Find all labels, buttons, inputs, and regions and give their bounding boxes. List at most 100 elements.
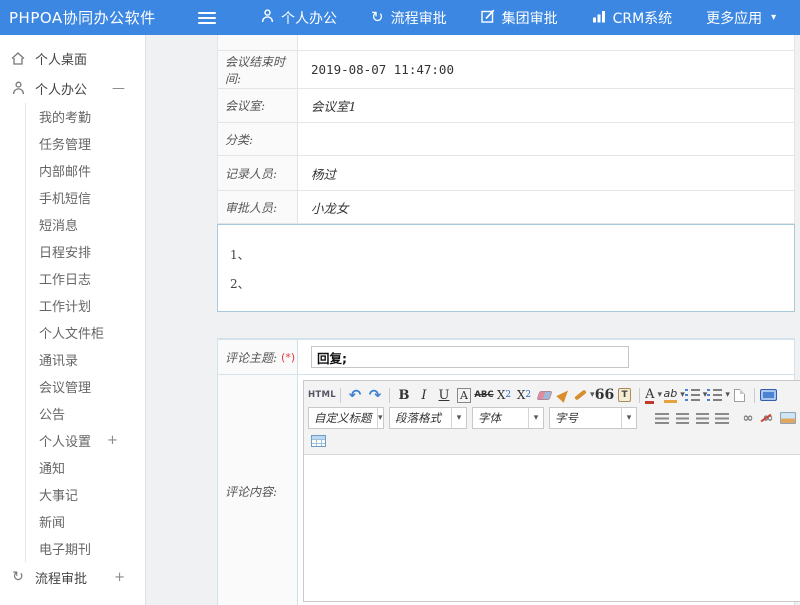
sidebar-item-personal-desktop[interactable]: 个人桌面 — [0, 43, 145, 73]
sidebar-item-label: 通讯录 — [39, 350, 78, 369]
hamburger-menu-icon[interactable] — [198, 12, 216, 24]
sidebar-item-label: 内部邮件 — [39, 161, 91, 180]
process-icon: ↻ — [10, 569, 26, 585]
nav-label: 流程审批 — [391, 8, 447, 28]
align-left-icon[interactable] — [652, 408, 672, 428]
blockquote-button[interactable]: 66 — [595, 385, 615, 405]
sidebar-item-workflow-approval[interactable]: ↻ 流程审批 + — [0, 562, 145, 592]
sidebar-item-label: 电子期刊 — [39, 539, 91, 558]
clear-format-icon[interactable] — [554, 385, 574, 405]
main-content: 会议结束时间: 2019-08-07 11:47:00 会议室: 会议室1 分类… — [146, 35, 800, 605]
comment-content-label: 评论内容: — [218, 375, 298, 605]
nav-label: CRM系统 — [613, 8, 673, 28]
sidebar-item-label: 短消息 — [39, 215, 78, 234]
user-icon — [10, 81, 26, 95]
nav-workflow-approval[interactable]: ↻ 流程审批 — [354, 0, 464, 35]
sidebar-item-meeting-management[interactable]: 会议管理 — [26, 373, 145, 400]
highlight-color-button[interactable]: ab▾ — [664, 385, 685, 405]
sidebar-item-personal-office[interactable]: 个人办公 — — [0, 73, 145, 103]
sidebar-item-label: 公告 — [39, 404, 65, 423]
sidebar-item-sms[interactable]: 手机短信 — [26, 184, 145, 211]
strikethrough-button[interactable]: ABC — [474, 385, 494, 405]
sidebar-item-label: 大事记 — [39, 485, 78, 504]
table-row: 记录人员: 杨过 — [218, 155, 794, 190]
expand-icon[interactable]: + — [114, 570, 125, 585]
format-brush-icon[interactable]: ▾ — [574, 385, 595, 405]
sidebar-item-label: 会议管理 — [39, 377, 91, 396]
superscript-button[interactable]: X2 — [494, 385, 514, 405]
sidebar-item-major-events[interactable]: 大事记 — [26, 481, 145, 508]
field-value: 杨过 — [298, 156, 794, 190]
sidebar-item-label: 手机短信 — [39, 188, 91, 207]
heading-style-dropdown[interactable]: 自定义标题 ▾ — [308, 407, 384, 429]
nav-label: 集团审批 — [502, 8, 558, 28]
sidebar-item-schedule[interactable]: 日程安排 — [26, 238, 145, 265]
sidebar-item-label: 工作计划 — [39, 296, 91, 315]
redo-icon[interactable]: ↷ — [365, 385, 385, 405]
insert-table-icon[interactable] — [308, 431, 328, 451]
align-justify-icon[interactable] — [712, 408, 732, 428]
font-color-button[interactable]: A▾ — [644, 385, 664, 405]
field-value: 2019-08-07 11:47:00 — [298, 51, 794, 88]
topbar: PHPOA协同办公软件 个人办公 ↻ 流程审批 集团审批 CRM系统 更多应用 — [0, 0, 800, 35]
font-size-dropdown[interactable]: 字号 ▾ — [549, 407, 637, 429]
underline-button[interactable]: U — [434, 385, 454, 405]
fullscreen-icon[interactable] — [759, 385, 779, 405]
sidebar-item-announcement[interactable]: 公告 — [26, 400, 145, 427]
remove-link-icon[interactable]: ∞ — [758, 408, 778, 428]
collapse-icon[interactable]: — — [112, 81, 125, 96]
sidebar-item-personal-files[interactable]: 个人文件柜 — [26, 319, 145, 346]
caret-down-icon: ▾ — [377, 408, 384, 428]
caret-down-icon: ▾ — [451, 408, 466, 428]
insert-link-icon[interactable]: ∞ — [738, 408, 758, 428]
sidebar-item-contacts[interactable]: 通讯录 — [26, 346, 145, 373]
align-right-icon[interactable] — [692, 408, 712, 428]
paragraph-format-dropdown[interactable]: 段落格式 ▾ — [389, 407, 467, 429]
sidebar-submenu: 我的考勤 任务管理 内部邮件 手机短信 短消息 日程安排 工作日志 工作计划 个… — [25, 103, 145, 562]
sidebar-item-e-journal[interactable]: 电子期刊 — [26, 535, 145, 562]
app-title: PHPOA协同办公软件 — [0, 7, 190, 28]
sidebar-item-my-attendance[interactable]: 我的考勤 — [26, 103, 145, 130]
remove-format-icon[interactable] — [534, 385, 554, 405]
sidebar-item-label: 通知 — [39, 458, 65, 477]
table-row-clipped — [218, 35, 794, 50]
nav-personal-office[interactable]: 个人办公 — [244, 0, 354, 35]
caret-down-icon: ▾ — [771, 12, 776, 23]
table-row: 会议结束时间: 2019-08-07 11:47:00 — [218, 50, 794, 88]
nav-group-approval[interactable]: 集团审批 — [464, 0, 575, 35]
align-center-icon[interactable] — [672, 408, 692, 428]
nav-more-apps[interactable]: 更多应用 ▾ — [689, 0, 793, 35]
sidebar-item-internal-mail[interactable]: 内部邮件 — [26, 157, 145, 184]
sidebar-item-personal-settings[interactable]: 个人设置 + — [26, 427, 145, 454]
editor-content-area[interactable] — [304, 455, 800, 601]
font-family-dropdown[interactable]: 字体 ▾ — [472, 407, 544, 429]
sidebar-item-label: 新闻 — [39, 512, 65, 531]
ordered-list-icon[interactable]: ▾ — [685, 385, 708, 405]
new-page-icon[interactable] — [730, 385, 750, 405]
sidebar-item-label: 日程安排 — [39, 242, 91, 261]
italic-button[interactable]: I — [414, 385, 434, 405]
field-label: 会议结束时间: — [218, 51, 298, 88]
bold-button[interactable]: B — [394, 385, 414, 405]
sidebar-item-label: 流程审批 — [35, 568, 87, 587]
sidebar-item-task-management[interactable]: 任务管理 — [26, 130, 145, 157]
expand-icon[interactable]: + — [107, 433, 118, 448]
sidebar-item-work-log[interactable]: 工作日志 — [26, 265, 145, 292]
nav-crm-system[interactable]: CRM系统 — [575, 0, 690, 35]
html-source-button[interactable]: HTML — [308, 385, 336, 405]
paste-plain-text-icon[interactable] — [615, 385, 635, 405]
comment-content-row: 评论内容: HTML ↶ ↷ B — [218, 374, 794, 605]
sidebar-item-news[interactable]: 新闻 — [26, 508, 145, 535]
insert-image-icon[interactable] — [778, 408, 798, 428]
sidebar-item-notice[interactable]: 通知 — [26, 454, 145, 481]
field-label: 会议室: — [218, 89, 298, 122]
chart-icon — [592, 10, 606, 26]
unordered-list-icon[interactable]: ▾ — [707, 385, 730, 405]
subscript-button[interactable]: X2 — [514, 385, 534, 405]
undo-icon[interactable]: ↶ — [345, 385, 365, 405]
comment-subject-input[interactable] — [311, 346, 629, 368]
font-name-button[interactable]: A — [457, 388, 471, 403]
sidebar-item-label: 任务管理 — [39, 134, 91, 153]
sidebar-item-short-message[interactable]: 短消息 — [26, 211, 145, 238]
sidebar-item-work-plan[interactable]: 工作计划 — [26, 292, 145, 319]
